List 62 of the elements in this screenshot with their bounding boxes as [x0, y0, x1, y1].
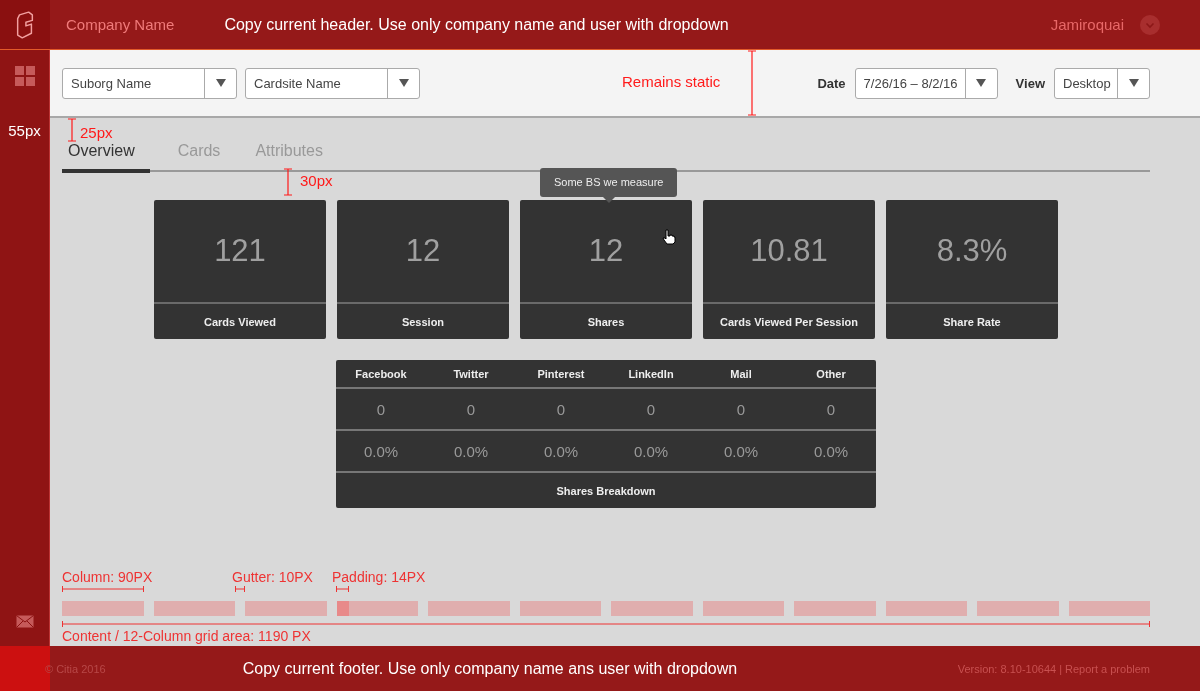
tab[interactable]: Overview: [62, 140, 150, 173]
annotation-note: Column: 90PX: [62, 569, 153, 585]
dimension-line: [748, 50, 756, 116]
table-cell-text: 0: [375, 399, 387, 420]
dimension-line: [68, 118, 76, 142]
hand-cursor-icon: [662, 229, 676, 245]
filter-label: Date: [817, 75, 846, 91]
table-cell-text: 0.0%: [812, 441, 850, 462]
caret-icon: [215, 79, 226, 87]
column-header: Twitter: [452, 366, 490, 382]
table-cell-text: 0: [825, 399, 837, 420]
table-cell-text: 0.0%: [632, 441, 670, 462]
column-header: Pinterest: [536, 366, 586, 382]
column-header: LinkedIn: [627, 366, 675, 382]
select-field[interactable]: 7/26/16 – 8/2/16: [854, 67, 998, 99]
metric-label: Cards Viewed Per Session: [719, 314, 859, 330]
table-cell-text: 0: [735, 399, 747, 420]
header-note: Copy current header. Use only company name and user with dropdown: [224, 15, 729, 34]
logo-icon[interactable]: [14, 10, 36, 39]
annotation-note: Padding: 14PX: [332, 569, 426, 585]
select-field[interactable]: Suborg Name: [62, 67, 237, 99]
footer-note: Copy current footer. Use only company name ans user with dropdown: [242, 659, 738, 678]
metric-label: Share Rate: [942, 314, 1002, 330]
table-cell-text: 0: [555, 399, 567, 420]
chevron-down-icon[interactable]: [1140, 14, 1160, 35]
metric-value: 10.81: [703, 200, 875, 304]
tooltip-pointer-icon: [602, 197, 615, 203]
table-cell-text: 0: [645, 399, 657, 420]
table-cell-text: 0: [465, 399, 477, 420]
annotation-note: Content / 12-Column grid area: 1190 PX: [62, 628, 312, 644]
spacing-note: 55px: [8, 122, 41, 139]
metric-value: 121: [154, 200, 326, 304]
separator: |: [1059, 662, 1062, 675]
grid-icon[interactable]: [14, 66, 35, 86]
dimension-line: [235, 586, 245, 592]
table-cell-text: 0.0%: [362, 441, 400, 462]
column-header: Facebook: [354, 366, 408, 382]
select-field[interactable]: Cardsite Name: [245, 67, 420, 99]
metric-value: 8.3%: [886, 200, 1058, 304]
mail-icon[interactable]: [15, 615, 34, 628]
spacing-note: 25px: [80, 124, 113, 141]
table-cell-text: 0.0%: [542, 441, 580, 462]
tooltip: Some BS we measure: [540, 168, 678, 203]
dimension-line: [284, 168, 292, 196]
metric-label: Shares: [586, 314, 626, 330]
table-cell-text: 0.0%: [452, 441, 490, 462]
metric-value: 12: [337, 200, 509, 304]
metric-label: Session: [400, 314, 446, 330]
column-header: Mail: [729, 366, 753, 382]
table-cell-text: 0.0%: [722, 441, 760, 462]
select-field[interactable]: Desktop: [1054, 67, 1150, 99]
column-header: Other: [815, 366, 847, 382]
caret-icon: [398, 79, 409, 87]
table-caption: Shares Breakdown: [555, 483, 657, 499]
metric-label: Cards Viewed: [203, 314, 277, 330]
caret-icon: [1128, 79, 1139, 87]
filter-label: View: [1015, 75, 1045, 91]
annotation-note: Remains static: [622, 73, 721, 90]
caret-icon: [976, 79, 987, 87]
dimension-line: [336, 586, 349, 592]
spacing-note: 30px: [300, 172, 333, 189]
annotation-note: Gutter: 10PX: [232, 569, 313, 585]
